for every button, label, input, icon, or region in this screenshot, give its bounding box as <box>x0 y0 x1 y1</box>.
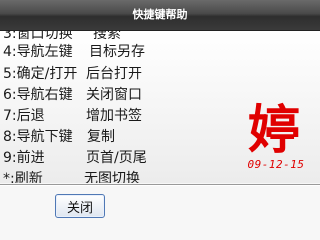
stamp-date: 09-12-15 <box>247 158 305 171</box>
dialog-title-bar: 快捷键帮助 <box>0 0 320 31</box>
signature-stamp: 婷 09-12-15 <box>236 100 316 190</box>
shortcut-key: 5:确定/打开 <box>3 66 78 82</box>
shortcut-action: 后台打开 <box>86 66 142 82</box>
shortcut-key: 8:导航下键 <box>3 129 73 145</box>
shortcut-key: 9:前进 <box>3 150 45 166</box>
shortcut-key: *:刷新 <box>3 171 43 183</box>
stamp-character: 婷 <box>247 100 300 161</box>
dialog-title: 快捷键帮助 <box>132 8 188 21</box>
footer-divider-highlight <box>0 185 320 186</box>
close-button[interactable]: 关闭 <box>55 194 105 218</box>
shortcut-action: 增加书签 <box>86 108 142 124</box>
shortcut-key: 7:后退 <box>3 108 45 124</box>
shortcut-action: 复制 <box>87 129 115 145</box>
shortcut-key: 4:导航左键 <box>3 44 73 60</box>
shortcut-action: 页首/页尾 <box>86 150 147 166</box>
shortcut-key: 6:导航右键 <box>3 87 73 103</box>
shortcut-action: 关闭窗口 <box>86 87 142 103</box>
shortcut-action: 无图切换 <box>84 171 140 183</box>
shortcut-action: 目标另存 <box>89 44 145 60</box>
